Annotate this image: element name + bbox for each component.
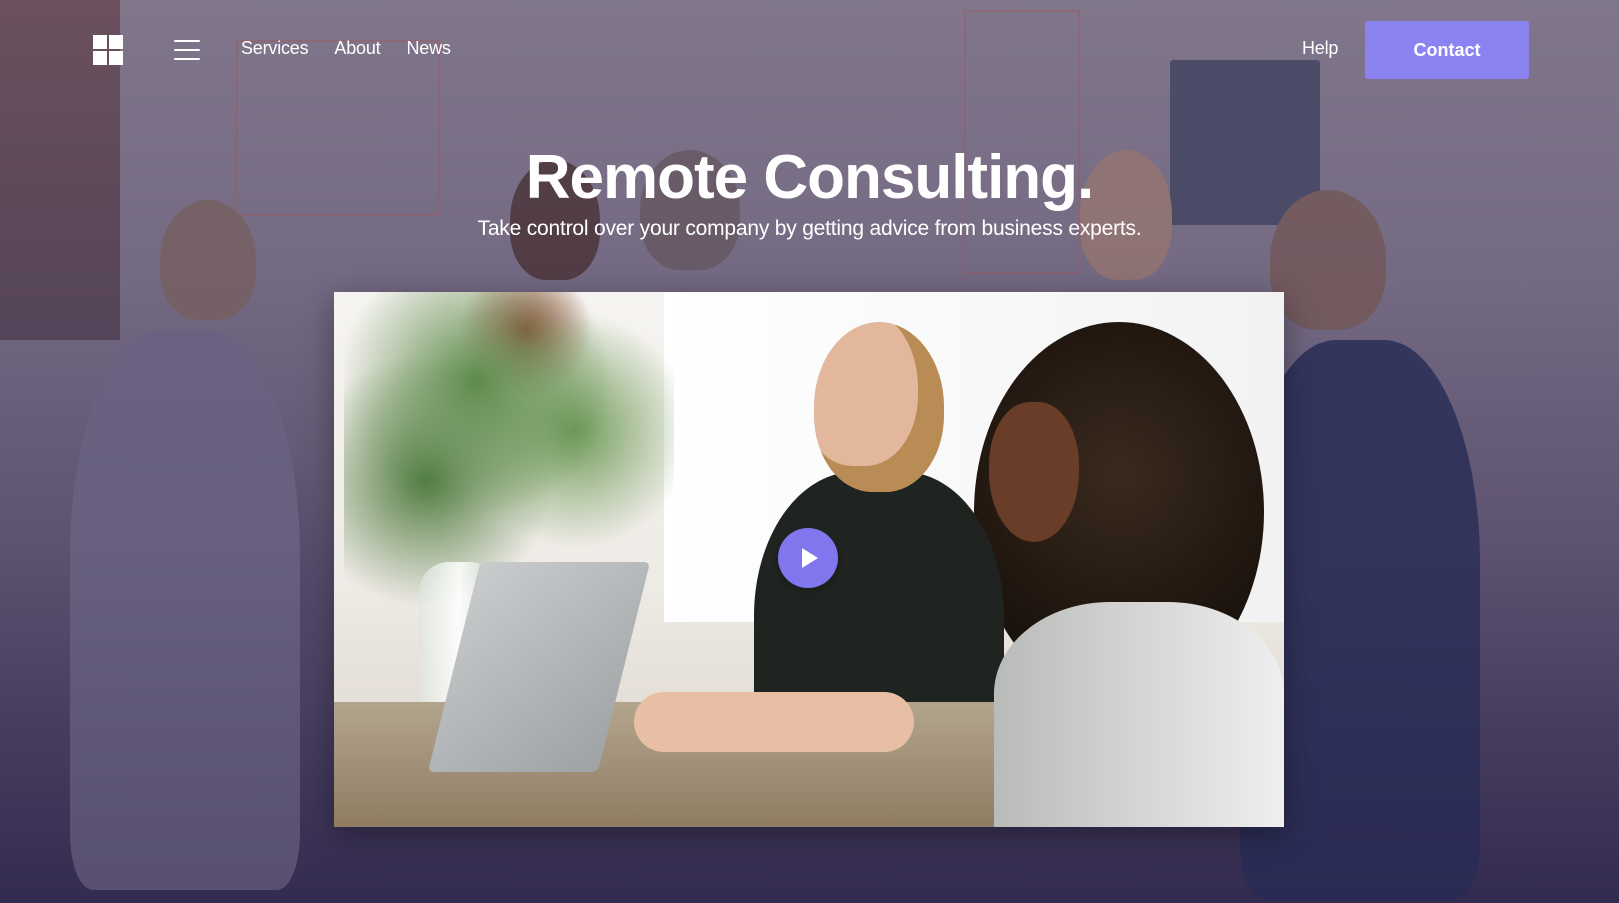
play-button[interactable] [778,528,838,588]
video-scene-woman [994,602,1284,827]
nav-link-about[interactable]: About [334,38,380,59]
page: Services About News Help Contact Remote … [0,0,1619,903]
play-icon [802,548,818,568]
hamburger-line [174,40,200,42]
logo-square [109,51,123,65]
video-scene-man-head [814,322,944,492]
windows-grid-icon[interactable] [93,35,123,65]
nav-link-services[interactable]: Services [241,38,309,59]
nav-links: Services About News [241,38,451,59]
nav-link-news[interactable]: News [406,38,450,59]
contact-button[interactable]: Contact [1365,21,1529,79]
hero-title: Remote Consulting. [525,143,1095,212]
video-scene-hands [634,692,914,752]
logo-square [93,51,107,65]
logo-square [109,35,123,49]
hamburger-menu-icon[interactable] [174,40,200,60]
hamburger-line [174,49,200,51]
logo-square [93,35,107,49]
video-card[interactable] [334,292,1284,827]
nav-link-help[interactable]: Help [1302,38,1338,59]
hero-subtitle: Take control over your company by gettin… [477,217,1142,240]
hamburger-line [174,58,200,60]
video-scene-woman-face [989,402,1079,542]
top-navigation: Services About News Help Contact [0,0,1619,100]
